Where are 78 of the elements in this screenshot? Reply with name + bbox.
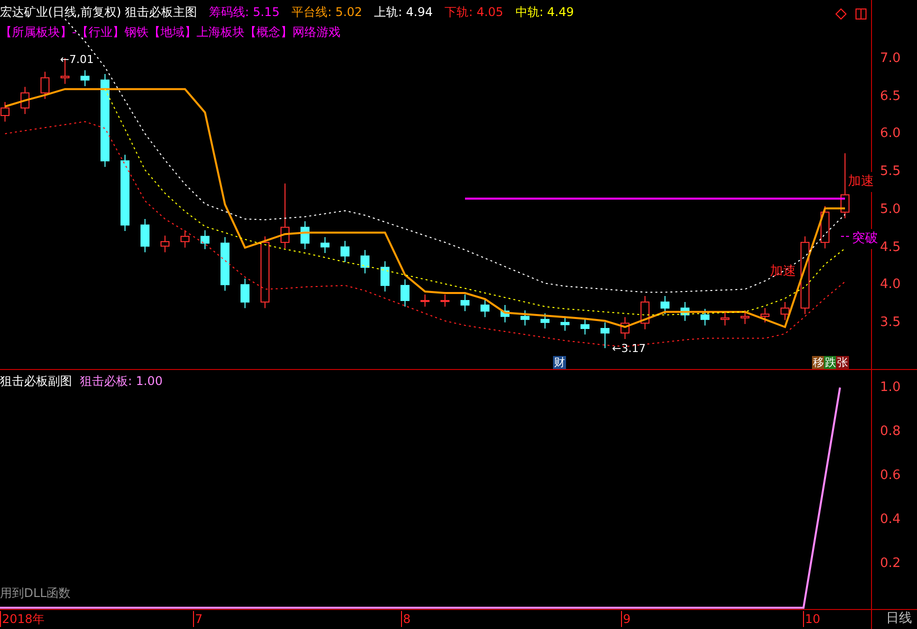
sector-info: 【所属板块】-【行业】钢铁【地域】上海板块【概念】网络游戏 <box>0 24 340 41</box>
candle <box>820 206 830 249</box>
candle <box>600 322 610 349</box>
candle <box>200 230 210 250</box>
candle <box>240 278 250 309</box>
signal-label: 加速 <box>770 263 796 281</box>
event-badge: 张 <box>836 356 849 369</box>
candle <box>220 236 230 292</box>
price-axis-label: 4.0 <box>880 277 901 294</box>
time-axis-label: 2018年 <box>0 611 45 627</box>
period-label[interactable]: 日线 <box>872 610 917 629</box>
indicator-value: 上轨: 4.94 <box>374 4 433 21</box>
candle <box>380 260 390 292</box>
candle <box>440 294 450 308</box>
price-label: ←3.17 <box>612 341 646 357</box>
price-axis-label: 4.5 <box>880 240 901 256</box>
candle <box>160 235 170 253</box>
indicator-value: 中轨: 4.49 <box>515 4 574 21</box>
indicator-value: 下轨: 4.05 <box>444 4 504 21</box>
diamond-icon[interactable] <box>835 8 847 20</box>
candle <box>740 310 750 324</box>
candle <box>660 296 670 315</box>
candle <box>300 220 310 250</box>
candle <box>760 308 770 323</box>
candle <box>420 294 430 308</box>
price-axis-label: 6.0 <box>880 126 901 142</box>
candle <box>40 71 50 100</box>
subchart-title: 狙击必板副图 <box>0 373 72 390</box>
value-axis-label: 0.6 <box>880 468 901 484</box>
indicator-value: 狙击必板: 1.00 <box>80 373 163 390</box>
candle <box>680 302 690 322</box>
candle <box>700 308 710 326</box>
candle <box>340 240 350 263</box>
price-label: ←7.01 <box>60 52 94 68</box>
value-axis-label: 0.4 <box>880 512 901 528</box>
candle <box>500 304 510 323</box>
indicator-value: 筹码线: 5.15 <box>209 4 280 21</box>
candle <box>720 311 730 326</box>
price-axis-label: 3.5 <box>880 315 901 332</box>
candle <box>620 316 630 340</box>
event-badge: 跌 <box>824 356 837 369</box>
candle <box>140 218 150 253</box>
candle <box>20 86 30 115</box>
value-axis-label: 1.0 <box>880 380 901 396</box>
indicator-value: 平台线: 5.02 <box>292 4 362 21</box>
dll-note: 用到DLL函数 <box>0 585 71 602</box>
chart-title: 宏达矿业(日线,前复权) 狙击必板主图 <box>0 4 197 21</box>
signal-label: 加速 <box>848 172 874 192</box>
candle <box>560 316 570 332</box>
breakout-leader-line <box>840 236 850 237</box>
value-axis-label: 0.2 <box>880 556 901 572</box>
time-axis-label: 9 <box>621 611 631 627</box>
candle <box>280 183 290 249</box>
event-badge: 移 <box>812 356 825 369</box>
candle <box>320 236 330 254</box>
event-badge: 财 <box>553 356 566 369</box>
price-axis-label: 6.5 <box>880 88 901 105</box>
candle <box>180 230 190 248</box>
candle <box>780 302 790 321</box>
panel-icon[interactable] <box>855 8 867 20</box>
candle <box>580 318 590 335</box>
time-axis-label: 8 <box>401 611 411 627</box>
price-axis-label: 5.0 <box>880 202 901 218</box>
time-axis-label: 7 <box>193 611 203 627</box>
candle <box>80 70 90 87</box>
candle <box>520 310 530 326</box>
candle <box>400 278 410 308</box>
candle <box>840 152 850 219</box>
candle <box>360 249 370 274</box>
price-axis-label: 7.0 <box>880 50 901 67</box>
value-axis-label: 0.8 <box>880 424 901 440</box>
candle <box>460 294 470 312</box>
price-axis-label: 5.5 <box>880 164 901 180</box>
candle <box>540 312 550 329</box>
time-axis-label: 10 <box>803 611 820 627</box>
candle <box>640 296 650 330</box>
candle <box>480 298 490 318</box>
breakout-label: 突破 <box>852 229 878 248</box>
